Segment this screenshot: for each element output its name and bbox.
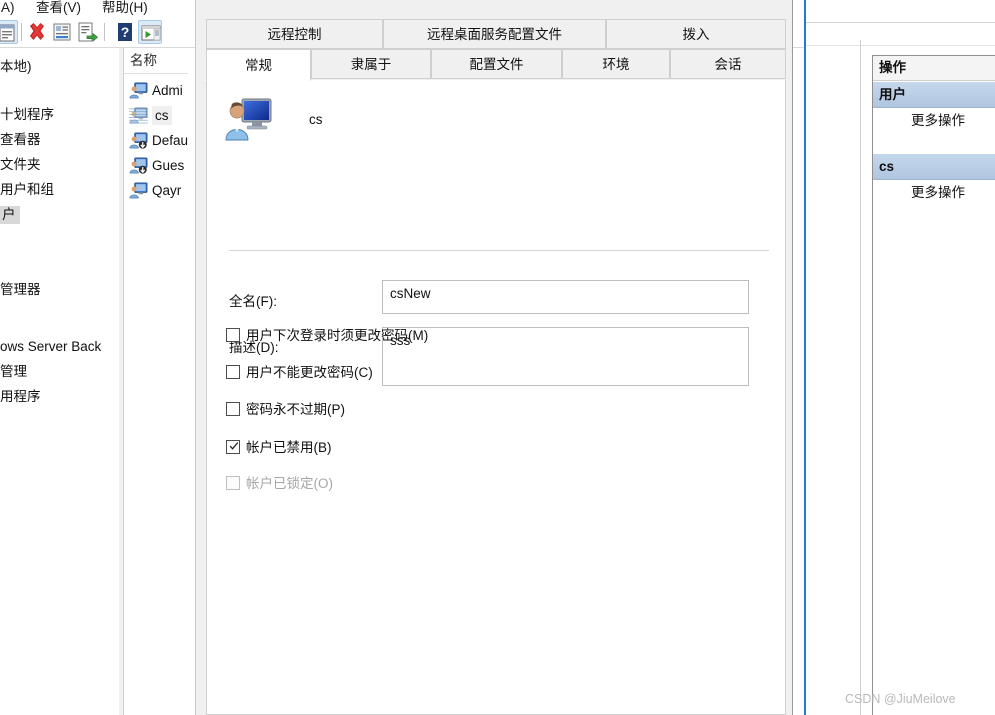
checkbox-label: 帐户已禁用(B) (246, 440, 332, 455)
tree-item-task-scheduler[interactable]: 十划程序 (0, 104, 54, 126)
tab-page-general: cs 全名(F): csNew 描述(D): sss 用户下次登录时须更改密码(… (206, 80, 786, 715)
list-view-icon-glyph (53, 23, 71, 41)
dialog-user-name: cs (309, 112, 323, 127)
checkbox-label: 密码永不过期(P) (246, 402, 345, 417)
dialog-tabstrip: 远程控制 远程桌面服务配置文件 拨入 常规 隶属于 配置文件 环境 会话 (206, 19, 786, 81)
help-icon-glyph: ? (118, 23, 132, 41)
checkbox-label: 帐户已锁定(O) (246, 476, 333, 491)
table-row[interactable]: Qayr (124, 178, 188, 203)
show-action-pane-icon-glyph (141, 25, 161, 41)
checkbox-box (226, 402, 240, 416)
checkbox-box (226, 328, 240, 342)
tab-rds-profile[interactable]: 远程桌面服务配置文件 (383, 19, 606, 49)
tree-item-label: 文件夹 (0, 157, 41, 172)
menu-item-action[interactable]: A) (0, 0, 18, 17)
full-name-input[interactable]: csNew (382, 280, 749, 314)
action-more-actions-users[interactable]: 更多操作 (873, 108, 995, 134)
list-item-label: Gues (152, 158, 185, 173)
actions-group-header-users: 用户 (873, 82, 995, 108)
table-row[interactable]: Defau (124, 128, 188, 153)
tree-item-services-apps[interactable]: 用程序 (0, 386, 41, 408)
tree-item-disk-management[interactable]: 管理 (0, 361, 27, 383)
tree-item-windows-server-backup[interactable]: ows Server Back (0, 336, 101, 358)
right-mid-rule (806, 45, 995, 46)
tree-item-label: 十划程序 (0, 107, 54, 122)
actions-group-header-cs: cs (873, 154, 995, 180)
users-list-pane[interactable]: 名称 Admi cs Defau Gues Qayr (124, 48, 188, 715)
delete-icon-glyph (30, 23, 44, 40)
properties-icon-glyph (0, 24, 15, 42)
checkbox-box (226, 476, 240, 490)
dialog-user-header: cs (225, 92, 765, 154)
tree-item-label: 管理 (0, 364, 27, 379)
toolbar-separator-1 (21, 23, 22, 41)
description-input[interactable]: sss (382, 327, 749, 386)
watermark-text: CSDN @JiuMeilove (845, 692, 956, 706)
properties-icon[interactable] (0, 20, 18, 44)
menu-item-help[interactable]: 帮助(H) (99, 0, 151, 17)
tab-dial-in[interactable]: 拨入 (606, 19, 786, 49)
tree-item-label: 用程序 (0, 389, 41, 404)
list-item-label: Defau (152, 133, 188, 148)
full-name-label: 全名(F): (229, 294, 277, 309)
menu-item-view[interactable]: 查看(V) (33, 0, 84, 17)
checkmark-icon (229, 442, 239, 450)
tab-environment[interactable]: 环境 (562, 49, 670, 79)
user-arrow-icon (129, 132, 148, 149)
header-divider (229, 250, 769, 251)
user-properties-dialog: 远程控制 远程桌面服务配置文件 拨入 常规 隶属于 配置文件 环境 会话 cs … (195, 0, 793, 715)
table-row[interactable]: cs (124, 103, 188, 128)
tree-item-label: 用户和组 (0, 182, 54, 197)
tab-remote-control[interactable]: 远程控制 (206, 19, 383, 49)
checkbox-label: 用户下次登录时须更改密码(M) (246, 328, 429, 343)
table-row[interactable]: Admi (124, 78, 188, 103)
table-row[interactable]: Gues (124, 153, 188, 178)
checkbox-box (226, 365, 240, 379)
tree-item-label: ows Server Back (0, 339, 102, 354)
checkbox-box (226, 440, 240, 454)
user-disabled-icon (129, 107, 148, 124)
tree-item-users[interactable]: 户 (0, 204, 20, 226)
svg-text:?: ? (121, 24, 130, 40)
right-top-rule (806, 22, 995, 23)
tree-item-label: 管理器 (0, 282, 41, 297)
tree-item-event-viewer[interactable]: 查看器 (0, 129, 41, 151)
user-icon (129, 182, 148, 199)
user-icon (129, 82, 148, 99)
export-list-icon[interactable] (75, 20, 99, 44)
help-icon[interactable]: ? (113, 20, 137, 44)
list-item-label: cs (152, 106, 172, 125)
show-action-pane-icon[interactable] (138, 20, 162, 44)
tree-item-root[interactable]: 本地) (0, 56, 32, 78)
delete-icon[interactable] (25, 20, 49, 44)
tab-general[interactable]: 常规 (206, 49, 311, 81)
tree-item-label: 本地) (0, 59, 32, 74)
export-list-icon-glyph (78, 22, 99, 42)
tree-item-shared-folders[interactable]: 文件夹 (0, 154, 41, 176)
screen-root: A) 查看(V) 帮助(H) ? 本地) 十划程序 查看器 文件夹 用户和组 户… (0, 0, 995, 715)
user-arrow-icon (129, 157, 148, 174)
tree-item-label: 户 (0, 206, 20, 224)
tab-sessions[interactable]: 会话 (670, 49, 786, 79)
actions-pane: 操作 用户 更多操作 cs 更多操作 (872, 55, 995, 715)
tree-item-device-manager[interactable]: 管理器 (0, 279, 41, 301)
column-header-name[interactable]: 名称 (124, 48, 188, 74)
tree-item-label: 查看器 (0, 132, 41, 147)
list-item-label: Admi (152, 83, 183, 98)
tree-item-local-users-groups[interactable]: 用户和组 (0, 179, 54, 201)
actions-pane-title: 操作 (873, 56, 995, 81)
action-more-actions-cs[interactable]: 更多操作 (873, 180, 995, 206)
toolbar-separator-2 (104, 23, 105, 41)
user-computer-icon (225, 98, 272, 141)
list-item-label: Qayr (152, 183, 182, 198)
console-tree-pane[interactable]: 本地) 十划程序 查看器 文件夹 用户和组 户 管理器 ows Server B… (0, 48, 118, 715)
tab-member-of[interactable]: 隶属于 (311, 49, 431, 79)
actions-pane-splitter[interactable] (860, 40, 861, 715)
list-view-icon[interactable] (50, 20, 74, 44)
window-accent-border (804, 0, 806, 715)
tab-profile[interactable]: 配置文件 (431, 49, 562, 79)
checkbox-label: 用户不能更改密码(C) (246, 365, 373, 380)
